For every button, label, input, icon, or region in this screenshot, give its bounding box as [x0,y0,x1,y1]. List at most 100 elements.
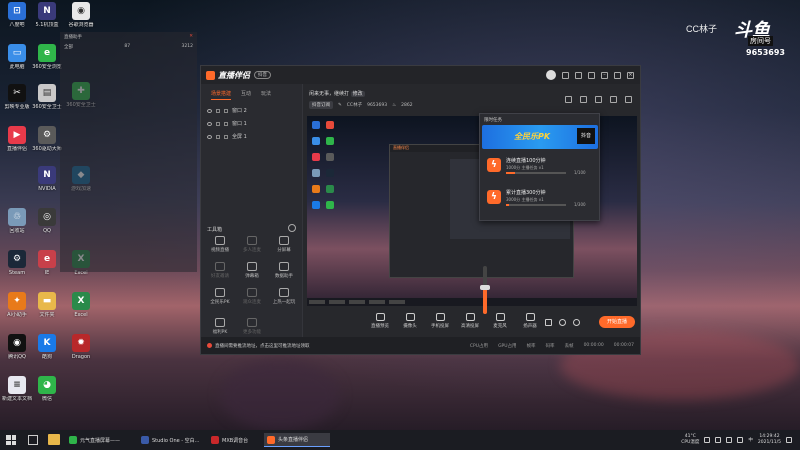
desktop-icon[interactable]: ◕ 微信 [30,376,64,402]
toolbox-settings-icon[interactable] [288,224,296,232]
eye-icon[interactable] [207,121,212,126]
minimize-icon[interactable]: – [601,71,608,79]
desktop-icon[interactable]: ⚙ Steam [0,250,34,276]
close-icon[interactable]: × [627,71,634,79]
edit-title-button[interactable]: 修改 [350,91,365,97]
toolbox-item[interactable]: 分屏幕 [269,236,299,253]
avatar[interactable] [546,70,556,80]
start-button[interactable] [6,435,16,445]
weather[interactable]: 41°C CPU温度 [681,434,699,446]
taskbar-task[interactable]: MXB调音台 [208,433,260,447]
pk-banner[interactable]: 全民乐PK 抖音 [482,125,598,149]
desktop-icon[interactable]: K 酷狗 [30,334,64,360]
screen-icon[interactable] [575,71,582,79]
desktop-icon[interactable]: ◉ 谷歌浏览器 [64,2,98,28]
settings-icon[interactable] [588,71,595,79]
toolbox-item[interactable]: 福利PK [205,318,235,335]
desktop-icon[interactable]: ▭ 此电脑 [0,44,34,70]
desktop-icon[interactable]: ♲ 回收站 [0,208,34,234]
wifi-icon[interactable] [737,437,744,443]
mic-icon[interactable] [704,437,711,443]
tab-play[interactable]: 玩法 [261,90,271,100]
share-icon[interactable] [625,96,632,103]
desktop-icon[interactable]: ◉ 腾讯QQ [0,334,34,360]
fans-icon: ♨ [392,102,397,108]
task-item[interactable]: ϟ 累计直播300分钟 3000分 主播任务 v1 1/300 [484,186,596,216]
scene-item[interactable]: 窗口 1 [201,117,302,130]
tool-label: 全民乐PK [210,300,230,305]
gear-icon[interactable] [573,319,580,326]
bottom-tool[interactable]: 手机投屏 [427,313,453,329]
clock[interactable]: 14:29:42 2021/11/5 [758,434,781,446]
bottom-tool[interactable]: 扬声器 [517,313,543,329]
close-icon[interactable]: ✕ [189,34,193,40]
camera-small-icon[interactable] [545,319,552,326]
volume-icon[interactable] [726,437,733,443]
go-live-button[interactable]: 开始直播 [599,316,635,328]
desktop-icon[interactable]: ✦ Ai小助手 [0,292,34,318]
task-popup[interactable]: 限时任务 全民乐PK 抖音 ϟ 连续直播100分钟 1000分 主播任务 v1 … [479,113,600,221]
desktop-icon[interactable]: N NVIDIA [30,166,64,192]
bottom-tool[interactable]: 麦克风 [487,313,513,329]
taskbar-task[interactable]: Studio One - 空白... [138,433,204,447]
platform-tag[interactable]: 抖音订阅 [309,101,333,109]
bottom-tool[interactable]: 高清投屏 [457,313,483,329]
desktop-icon[interactable]: ⊡ 八度吧 [0,2,34,28]
stream-title[interactable]: 闲来无事，继续打 修改 [309,90,365,97]
scene-item[interactable]: 窗口 2 [201,104,302,117]
desktop-icon[interactable]: N 5.1机顶盒 [30,2,64,28]
eye-icon[interactable] [207,108,212,113]
desktop-icon[interactable]: e 360安全浏览 [30,44,64,70]
lock-icon[interactable] [580,96,587,103]
eye-icon[interactable] [207,134,212,139]
maximize-icon[interactable] [614,71,621,79]
desktop-icon[interactable]: ⚙ 360驱动大师 [30,126,64,152]
pencil-icon[interactable]: ✎ [338,103,342,108]
lock-icon[interactable] [216,121,220,126]
desktop-icon[interactable]: ◎ QQ [30,208,64,234]
volume-knob[interactable] [480,285,490,290]
bottom-tool[interactable]: 直播预览 [367,313,393,329]
desktop-icon[interactable]: ✂ 剪映专业版 [0,84,34,110]
taskbar-task[interactable]: 元气直播屏幕—— [66,433,134,447]
toolbox-item[interactable]: 更多功能 [237,318,267,335]
background-app-panel[interactable]: 直播助手 ✕ 全部 87 3212 [60,32,197,272]
bell-icon[interactable] [610,96,617,103]
toolbox-item[interactable]: 好友邀请 [205,262,235,279]
network-icon[interactable] [715,437,722,443]
desktop-icon[interactable]: ≡ 新建文本文档 [0,376,34,402]
toolbox-item[interactable]: 弹幕箱 [237,262,267,279]
scene-item[interactable]: 全屏 1 [201,130,302,143]
desktop-icon[interactable]: X Excel [64,292,98,318]
desktop-icon[interactable]: ▤ 360安全卫士 [30,84,64,110]
tab-scene[interactable]: 场景搭建 [211,90,232,100]
toolbox-item[interactable]: 全民乐PK [205,288,235,305]
task-view-icon[interactable] [28,435,38,445]
notification-icon[interactable] [786,437,792,443]
title-bar[interactable]: 直播伴侣 抖音 – × [201,66,640,84]
toolbox-item[interactable]: 上热一起玩 [269,288,299,305]
lock-icon[interactable] [216,108,220,113]
screen-icon[interactable] [565,96,572,103]
toolbox-item[interactable]: 数据助手 [269,262,299,279]
layout-icon[interactable] [595,96,602,103]
ime-indicator[interactable]: 中 [748,437,753,443]
eye-small-icon[interactable] [559,319,566,326]
desktop-icon[interactable]: e IE [30,250,64,276]
file-explorer-icon[interactable] [48,434,60,445]
toolbox-heading: 工具箱 [207,227,223,233]
volume-slider[interactable] [480,266,490,314]
taskbar-task[interactable]: 头条直播伴侣 [264,433,330,447]
toolbox-item[interactable]: 视频直播 [205,236,235,253]
status-message[interactable]: 直播间需要推流地址，点击这里可推流地址领取 [215,343,310,349]
desktop-icon[interactable]: ▶ 直播伴侣 [0,126,34,152]
toolbox-item[interactable]: 观众连麦 [237,288,267,305]
tab-interact[interactable]: 互动 [241,90,251,100]
desktop-icon[interactable]: ▬ 文件夹 [30,292,64,318]
lock-icon[interactable] [216,134,220,139]
toolbox-item[interactable]: 多人连麦 [237,236,267,253]
grid-icon[interactable] [562,71,569,79]
task-item[interactable]: ϟ 连续直播100分钟 1000分 主播任务 v1 1/100 [484,154,596,184]
desktop-icon[interactable]: ✹ Dragon [64,334,98,360]
bottom-tool[interactable]: 摄像头 [397,313,423,329]
